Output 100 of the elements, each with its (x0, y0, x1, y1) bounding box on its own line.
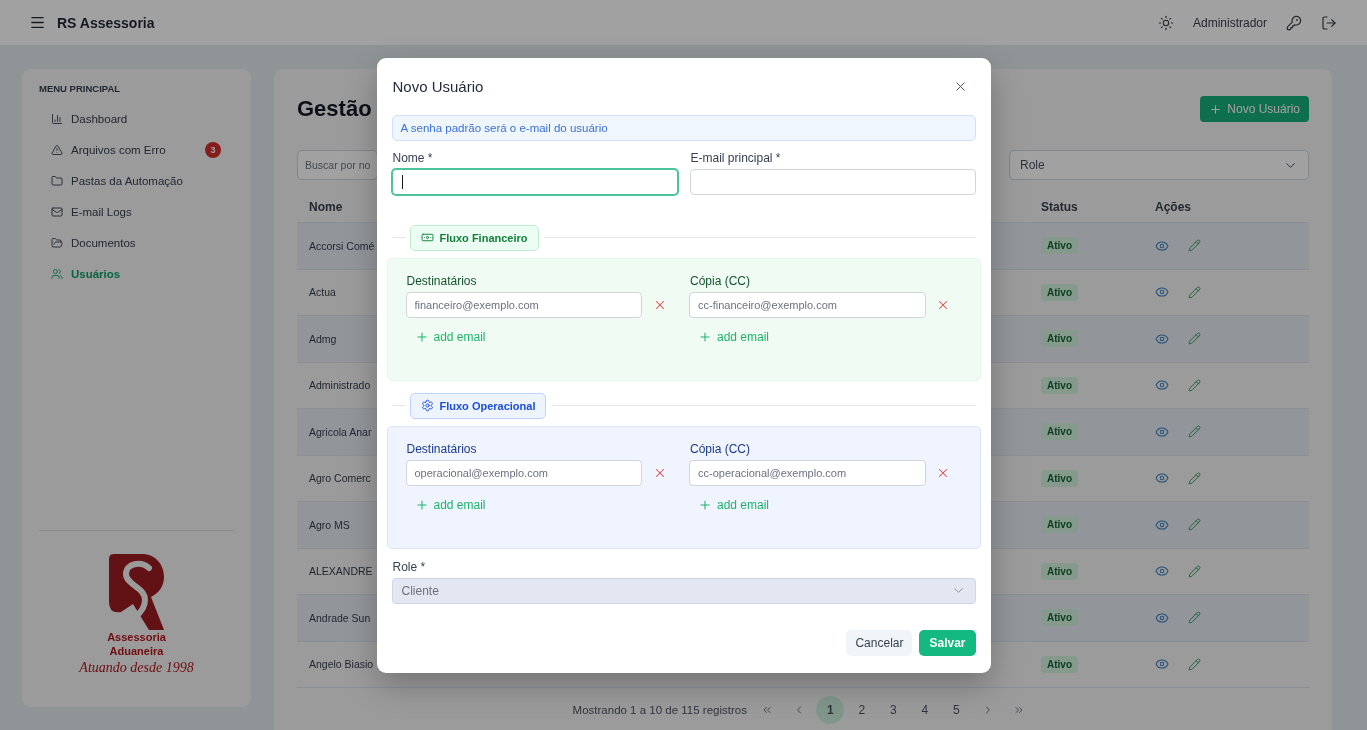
cancel-button[interactable]: Cancelar (846, 629, 913, 656)
pencil-icon[interactable] (1188, 611, 1201, 625)
field-label: Destinatários (405, 273, 478, 288)
name-cell: Angelo Biasio (309, 658, 374, 671)
column-header: Ações (1154, 200, 1192, 214)
pencil-icon[interactable] (1188, 239, 1201, 253)
field-label: Nome * (391, 150, 434, 165)
status-badge: Ativo (1041, 237, 1078, 255)
eye-icon[interactable] (1155, 564, 1169, 579)
logo-tagline: Atuando desde 1998 (79, 660, 194, 676)
column-header: Nome (308, 200, 343, 214)
email-input[interactable]: operacional@exemplo.com (405, 459, 642, 486)
status-badge: Ativo (1041, 609, 1078, 627)
flow-title: Fluxo Financeiro (439, 231, 528, 244)
pencil-icon[interactable] (1188, 471, 1201, 485)
new-user-button[interactable]: Novo Usuário (1200, 96, 1309, 122)
pencil-icon[interactable] (1188, 285, 1201, 299)
eye-icon[interactable] (1155, 285, 1169, 300)
email-field[interactable] (689, 168, 976, 195)
name-cell: Agro MS (309, 518, 350, 531)
status-badge: Ativo (1041, 562, 1078, 580)
logo-text: Aduaneira (109, 644, 164, 658)
modal-title: Novo Usuário (392, 78, 484, 95)
sidebar-item[interactable]: Arquivos com Erro 3 (39, 134, 234, 165)
eye-icon[interactable] (1155, 657, 1169, 672)
page-button[interactable]: 3 (879, 696, 908, 724)
plus-icon (414, 497, 429, 512)
sidebar-item[interactable]: Usuários (39, 258, 234, 289)
name-cell: Accorsi Comé (309, 239, 375, 252)
pagination-summary: Mostrando 1 a 10 de 115 registros (572, 704, 747, 716)
name-cell: ALEXANDRE (309, 565, 373, 578)
pencil-icon[interactable] (1188, 657, 1201, 671)
double-chevron-left-icon[interactable] (761, 704, 774, 716)
page-title: Gestão (297, 96, 372, 122)
banknote-icon (420, 231, 434, 244)
field-label: Destinatários (405, 441, 478, 456)
status-badge: Ativo (1041, 330, 1078, 348)
sun-icon[interactable] (1157, 14, 1174, 31)
page-button[interactable]: 4 (910, 696, 939, 724)
email-input[interactable]: cc-financeiro@exemplo.com (689, 291, 926, 318)
eye-icon[interactable] (1155, 471, 1169, 486)
name-field[interactable] (391, 168, 678, 195)
pencil-icon[interactable] (1188, 332, 1201, 346)
envelope-icon (51, 205, 63, 218)
logo-text: Assessoria (107, 630, 166, 644)
eye-icon[interactable] (1155, 331, 1169, 346)
pencil-icon[interactable] (1188, 425, 1201, 439)
menu-icon[interactable] (29, 14, 46, 31)
name-cell: Andrade Sun (309, 611, 371, 624)
users-icon (51, 267, 63, 280)
eye-icon[interactable] (1155, 378, 1169, 393)
field-label: E-mail principal * (689, 150, 782, 165)
gear-icon (420, 399, 434, 412)
name-cell: Administrado (309, 379, 371, 392)
plus-icon (698, 329, 712, 344)
field-label: Role * (391, 559, 427, 574)
eye-icon[interactable] (1155, 424, 1169, 439)
sidebar-item[interactable]: Pastas da Automação (39, 165, 234, 196)
page-button[interactable]: 5 (942, 696, 971, 724)
pencil-icon[interactable] (1188, 518, 1201, 532)
status-badge: Ativo (1041, 655, 1078, 673)
status-badge: Ativo (1041, 423, 1078, 441)
bar-chart-icon (51, 112, 63, 125)
text-cursor-icon (401, 174, 403, 189)
name-cell: Actua (309, 286, 336, 299)
warning-icon (51, 143, 63, 156)
plus-icon (1209, 102, 1223, 116)
folder-icon (51, 174, 63, 187)
page-button[interactable]: 2 (847, 696, 876, 724)
info-banner: A senha padrão será o e-mail do usuário (391, 114, 976, 141)
key-icon[interactable] (1286, 14, 1302, 31)
eye-icon[interactable] (1155, 610, 1169, 625)
logout-icon[interactable] (1321, 14, 1337, 31)
pencil-icon[interactable] (1188, 378, 1201, 392)
add-email-button[interactable]: add email (698, 327, 770, 346)
save-button[interactable]: Salvar (919, 629, 976, 656)
sidebar-item[interactable]: Dashboard (39, 103, 234, 134)
error-count: 3 (205, 141, 221, 158)
menu-heading: MENU PRINCIPAL (39, 82, 122, 96)
flow-title: Fluxo Operacional (439, 399, 536, 412)
add-email-button[interactable]: add email (414, 327, 486, 346)
user-name: Administrador (1192, 15, 1267, 30)
sidebar-item[interactable]: Documentos (39, 227, 234, 258)
email-input[interactable]: financeiro@exemplo.com (405, 291, 642, 318)
add-email-button[interactable]: add email (698, 495, 770, 514)
field-label: Cópia (CC) (689, 273, 751, 288)
app-title: RS Assessoria (57, 14, 155, 31)
status-badge: Ativo (1041, 376, 1078, 394)
role-filter[interactable]: Role (1009, 150, 1309, 180)
eye-icon[interactable] (1155, 517, 1169, 532)
eye-icon[interactable] (1155, 238, 1169, 253)
sidebar-item[interactable]: E-mail Logs (39, 196, 234, 227)
field-label: Cópia (CC) (689, 441, 751, 456)
email-input[interactable]: cc-operacional@exemplo.com (689, 459, 926, 486)
name-cell: Agro Comerc (309, 472, 371, 485)
add-email-button[interactable]: add email (414, 495, 486, 514)
search-field[interactable]: Buscar por no (297, 150, 378, 180)
page-button[interactable]: 1 (816, 696, 845, 724)
pencil-icon[interactable] (1188, 564, 1201, 578)
plus-icon (414, 329, 429, 344)
